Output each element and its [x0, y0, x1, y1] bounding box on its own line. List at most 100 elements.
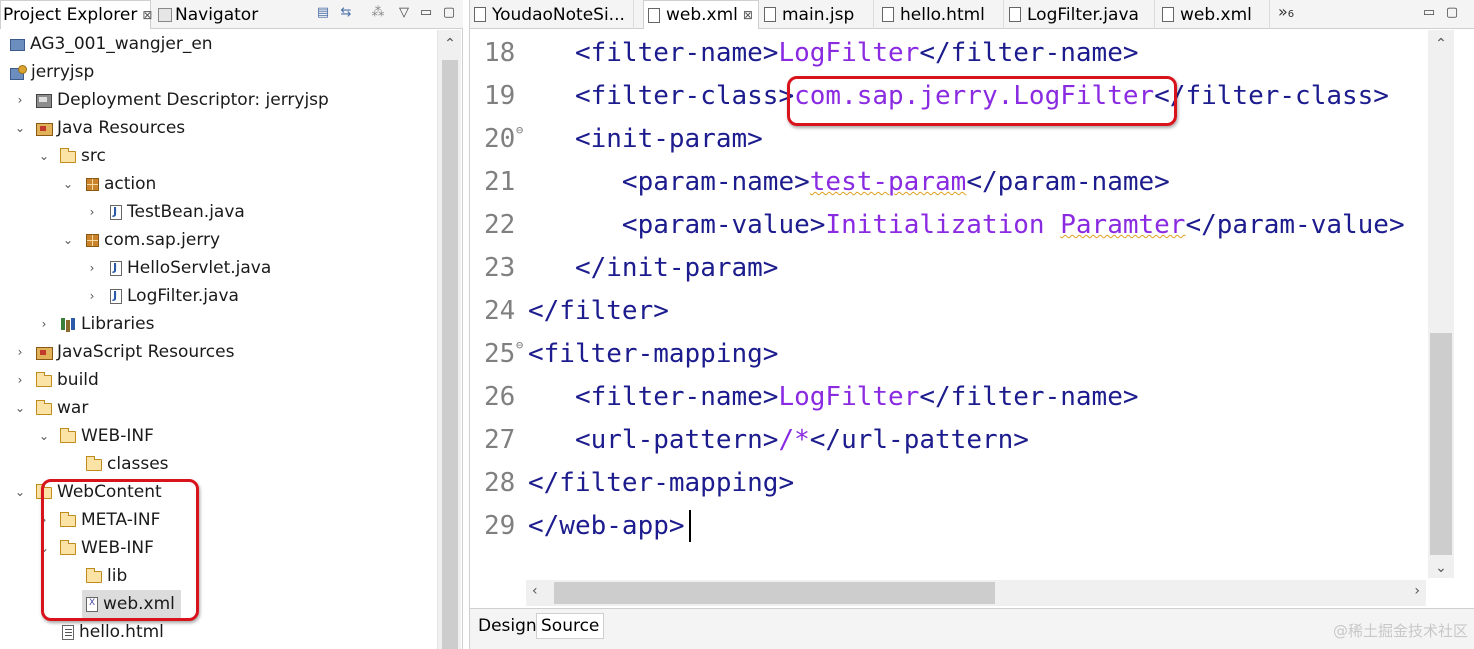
java-file-icon [110, 204, 122, 220]
tree-item[interactable]: src [60, 142, 106, 170]
maximize-icon[interactable]: ▢ [1444, 5, 1460, 21]
tree-item[interactable]: classes [86, 450, 169, 478]
line-number: 23 [484, 253, 516, 283]
close-icon[interactable]: ⊠ [743, 8, 753, 22]
tab-main-jsp[interactable]: main.jsp [760, 0, 874, 29]
expand-icon[interactable]: › [14, 86, 26, 114]
tree-item[interactable]: jerryjsp [10, 58, 94, 86]
expand-icon[interactable]: › [86, 198, 98, 226]
java-resources-icon [36, 121, 53, 136]
expand-icon[interactable]: › [38, 310, 50, 338]
code-text: </init-param> [528, 253, 779, 283]
tree-scrollbar[interactable]: ⌃ [437, 30, 461, 649]
link-editor-icon[interactable]: ⇆ [338, 5, 354, 21]
project-tree: AG3_001_wangjer_en jerryjsp › Deployment… [0, 30, 437, 649]
line-number: 26 [484, 382, 516, 412]
fold-icon[interactable]: ⊖ [516, 338, 523, 352]
tree-item[interactable]: HelloServlet.java [110, 254, 271, 282]
scroll-up-icon[interactable]: ⌃ [438, 36, 462, 52]
expand-icon[interactable]: › [14, 366, 26, 394]
tree-item[interactable]: Libraries [60, 310, 154, 338]
expand-icon[interactable]: › [38, 506, 50, 534]
tree-item[interactable]: Deployment Descriptor: jerryjsp [36, 86, 329, 114]
tab-label: web.xml [1180, 4, 1252, 25]
deployment-descriptor-icon [36, 93, 52, 108]
tree-item[interactable]: Java Resources [36, 114, 185, 142]
tab-label: web.xml [666, 5, 738, 25]
collapse-icon[interactable]: ⌄ [38, 422, 50, 450]
tree-item-label: src [81, 146, 106, 166]
expand-icon[interactable]: › [86, 254, 98, 282]
minimize-icon[interactable]: ▭ [1421, 5, 1437, 21]
tab-web-xml-active[interactable]: web.xml ⊠ [643, 0, 759, 29]
collapse-icon[interactable]: ⌄ [14, 394, 26, 422]
scrollbar-thumb[interactable] [1430, 333, 1452, 555]
tree-item[interactable]: META-INF [60, 506, 160, 534]
collapse-icon[interactable]: ⌄ [14, 114, 26, 142]
tree-item[interactable]: lib [86, 562, 127, 590]
collapse-icon[interactable]: ⌄ [14, 478, 26, 506]
editor-vertical-scrollbar[interactable]: ⌃ ⌄ [1428, 30, 1454, 578]
xml-value: Initialization [825, 210, 1061, 240]
tree-item[interactable]: build [36, 366, 99, 394]
expand-icon[interactable]: › [14, 338, 26, 366]
tree-item[interactable]: war [36, 394, 88, 422]
tree-item[interactable]: JavaScript Resources [36, 338, 234, 366]
xml-tag: <url-pattern> [574, 425, 779, 455]
tree-item[interactable]: WebContent [36, 478, 162, 506]
minimize-icon[interactable]: ▭ [418, 5, 434, 21]
tree-item-label: HelloServlet.java [127, 258, 272, 278]
tree-item-label: com.sap.jerry [104, 230, 221, 250]
collapse-icon[interactable]: ⌄ [38, 534, 50, 562]
tree-item[interactable]: TestBean.java [110, 198, 245, 226]
fold-icon[interactable]: ⊖ [516, 123, 523, 137]
line-number: 21 [484, 167, 516, 197]
tab-hello-html[interactable]: hello.html [878, 0, 1004, 29]
tree-item-label: jerryjsp [31, 62, 95, 82]
tab-design[interactable]: Design [474, 613, 541, 639]
chevron-double-right-icon: » [1278, 2, 1288, 21]
close-icon[interactable]: ⊠ [142, 8, 152, 22]
package-icon [86, 177, 99, 191]
code-line: 20 ⊖ <init-param> [484, 119, 763, 159]
tree-item[interactable]: AG3_001_wangjer_en [10, 30, 213, 58]
tree-item[interactable]: LogFilter.java [110, 282, 239, 310]
tab-logfilter-java[interactable]: LogFilter.java [1005, 0, 1155, 29]
tree-item-label: action [104, 174, 157, 194]
tree-item[interactable]: WEB-INF [60, 534, 154, 562]
editor-tab-bar: YoudaoNoteSi... web.xml ⊠ main.jsp hello… [470, 0, 1474, 29]
tab-overflow-button[interactable]: »6 [1278, 2, 1294, 21]
tab-project-explorer[interactable]: Project Explorer ⊠ [0, 0, 152, 29]
expand-icon[interactable]: › [86, 282, 98, 310]
tab-web-xml-2[interactable]: web.xml [1158, 0, 1270, 29]
tree-item[interactable]: hello.html [62, 618, 164, 646]
tree-item[interactable]: com.sap.jerry [86, 226, 220, 254]
collapse-icon[interactable]: ⌄ [62, 226, 74, 254]
code-editor[interactable]: 18 <filter-name>LogFilter</filter-name> … [484, 30, 1428, 578]
tree-item[interactable]: WEB-INF [60, 422, 154, 450]
tree-item[interactable]: action [86, 170, 156, 198]
folder-icon [36, 372, 52, 387]
scroll-left-icon[interactable]: ‹ [532, 583, 538, 599]
tab-source[interactable]: Source [536, 613, 605, 639]
collapse-icon[interactable]: ⌄ [38, 142, 50, 170]
maximize-icon[interactable]: ▢ [441, 5, 457, 21]
scrollbar-thumb[interactable] [554, 582, 995, 604]
scrollbar-thumb[interactable] [442, 60, 458, 649]
xml-tag: </param-value> [1185, 210, 1405, 240]
scroll-up-icon[interactable]: ⌃ [1428, 36, 1454, 52]
filter-icon[interactable]: ⁂ [370, 5, 386, 21]
collapse-all-icon[interactable]: ▤ [315, 5, 331, 21]
scroll-right-icon[interactable]: › [1414, 583, 1420, 599]
folder-icon [36, 400, 52, 415]
tab-youdaonote[interactable]: YoudaoNoteSi... [470, 0, 634, 29]
xml-tag: <filter-class> [574, 81, 795, 111]
view-menu-icon[interactable]: ▽ [396, 5, 412, 21]
scroll-down-icon[interactable]: ⌄ [1428, 560, 1454, 576]
editor-horizontal-scrollbar[interactable]: ‹ › [526, 580, 1426, 606]
tab-navigator[interactable]: Navigator [158, 0, 262, 29]
tree-item-selected[interactable]: web.xml [82, 590, 181, 618]
collapse-icon[interactable]: ⌄ [62, 170, 74, 198]
